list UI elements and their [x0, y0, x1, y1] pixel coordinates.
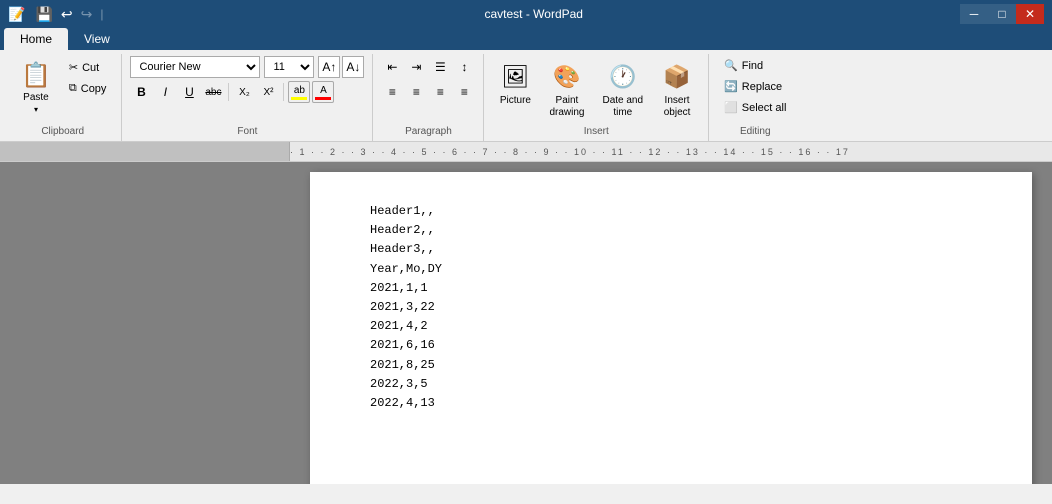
underline-button[interactable]: U	[178, 81, 200, 103]
insert-object-button[interactable]: 📦 Insertobject	[654, 56, 700, 124]
separator: |	[100, 7, 103, 21]
clipboard-group-label: Clipboard	[12, 124, 113, 139]
insert-object-icon: 📦	[661, 61, 693, 93]
justify-button[interactable]: ≡	[453, 81, 475, 103]
copy-label: Copy	[81, 83, 107, 95]
paste-icon: 📋	[21, 61, 51, 90]
italic-button[interactable]: I	[154, 81, 176, 103]
line-spacing-button[interactable]: ↕	[453, 56, 475, 78]
select-all-icon: ⬜	[724, 101, 738, 114]
editing-group-label: Editing	[717, 124, 793, 139]
select-all-label: Select all	[742, 102, 787, 114]
highlight-icon: ab	[294, 85, 305, 96]
tab-view[interactable]: View	[68, 28, 126, 50]
replace-button[interactable]: 🔄 Replace	[717, 77, 789, 96]
align-center-button[interactable]: ≡	[405, 81, 427, 103]
paste-dropdown-icon: ▾	[34, 105, 38, 114]
save-button[interactable]: 💾	[31, 4, 56, 25]
decrease-font-size-button[interactable]: A↓	[342, 56, 364, 78]
increase-indent-button[interactable]: ⇥	[405, 56, 427, 78]
datetime-button[interactable]: 🕐 Date andtime	[595, 56, 650, 124]
find-button[interactable]: 🔍 Find	[717, 56, 770, 75]
font-color-icon: A	[320, 85, 327, 96]
maximize-button[interactable]: □	[988, 4, 1016, 24]
picture-label: Picture	[500, 95, 531, 106]
font-color-stripe	[315, 97, 331, 100]
title-bar-text: cavtest - WordPad	[107, 7, 960, 21]
undo-button[interactable]: ↩	[57, 4, 77, 25]
redo-button[interactable]: ↪	[77, 4, 97, 25]
datetime-icon: 🕐	[607, 61, 639, 93]
cut-icon: ✂	[69, 61, 78, 74]
document-page[interactable]: Header1,, Header2,, Header3,, Year,Mo,DY…	[310, 172, 1032, 484]
strikethrough-button[interactable]: abc	[202, 81, 224, 103]
decrease-indent-button[interactable]: ⇤	[381, 56, 403, 78]
tab-home[interactable]: Home	[4, 28, 68, 50]
subscript-button[interactable]: X₂	[233, 81, 255, 103]
ruler: · 1 · · 2 · · 3 · · 4 · · 5 · · 6 · · 7 …	[0, 142, 1052, 162]
datetime-label: Date andtime	[602, 95, 643, 119]
minimize-button[interactable]: ─	[960, 4, 988, 24]
select-all-button[interactable]: ⬜ Select all	[717, 98, 793, 117]
font-family-select[interactable]: Courier New	[130, 56, 260, 78]
copy-icon: ⧉	[69, 82, 77, 95]
insert-object-label: Insertobject	[664, 95, 691, 119]
app-icon: 📝	[8, 6, 25, 23]
close-button[interactable]: ✕	[1016, 4, 1044, 24]
insert-group-label: Insert	[492, 124, 700, 139]
paste-button[interactable]: 📋 Paste ▾	[12, 56, 60, 124]
font-group-label: Font	[130, 124, 364, 139]
find-icon: 🔍	[724, 59, 738, 72]
paste-label: Paste	[23, 92, 49, 103]
align-left-button[interactable]: ≡	[381, 81, 403, 103]
paragraph-group-label: Paragraph	[381, 124, 475, 139]
picture-icon: 🖼	[499, 61, 531, 93]
document-area[interactable]: Header1,, Header2,, Header3,, Year,Mo,DY…	[290, 162, 1052, 484]
cut-label: Cut	[82, 62, 99, 74]
replace-icon: 🔄	[724, 80, 738, 93]
find-label: Find	[742, 60, 763, 72]
left-panel	[0, 162, 290, 484]
copy-button[interactable]: ⧉ Copy	[62, 79, 114, 98]
bold-button[interactable]: B	[130, 81, 152, 103]
picture-button[interactable]: 🖼 Picture	[492, 56, 538, 111]
document-content[interactable]: Header1,, Header2,, Header3,, Year,Mo,DY…	[370, 202, 972, 413]
paint-label: Paintdrawing	[549, 95, 584, 119]
font-size-select[interactable]: 11	[264, 56, 314, 78]
bullets-button[interactable]: ☰	[429, 56, 451, 78]
font-color-button[interactable]: A	[312, 81, 334, 103]
increase-font-size-button[interactable]: A↑	[318, 56, 340, 78]
superscript-button[interactable]: X²	[257, 81, 279, 103]
paint-drawing-button[interactable]: 🎨 Paintdrawing	[542, 56, 591, 124]
highlight-color-button[interactable]: ab	[288, 81, 310, 103]
cut-button[interactable]: ✂ Cut	[62, 58, 114, 77]
align-right-button[interactable]: ≡	[429, 81, 451, 103]
paint-icon: 🎨	[551, 61, 583, 93]
highlight-color-stripe	[291, 97, 307, 100]
replace-label: Replace	[742, 81, 782, 93]
